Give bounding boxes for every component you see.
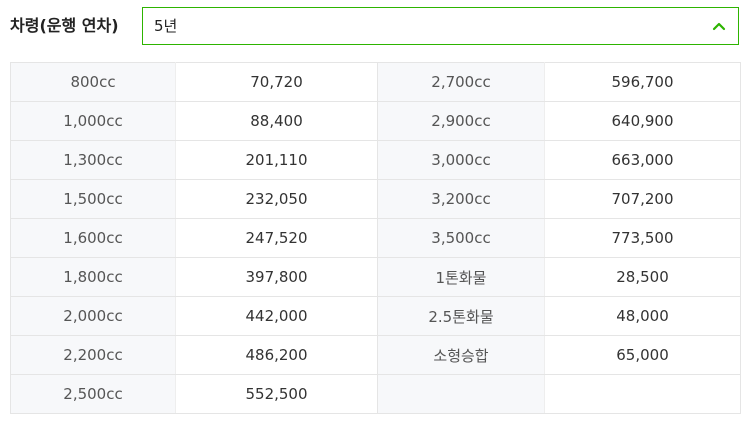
displacement-cell: 1,800cc <box>10 257 176 297</box>
displacement-cell: 2,500cc <box>10 374 176 414</box>
price-cell: 247,520 <box>175 218 378 258</box>
price-table-body: 800cc 70,720 2,700cc 596,700 1,000cc 88,… <box>10 62 741 414</box>
price-cell: 65,000 <box>544 335 741 375</box>
price-cell: 552,500 <box>175 374 378 414</box>
displacement-cell: 3,000cc <box>377 140 545 180</box>
empty-cell <box>544 374 741 414</box>
vehicle-age-selected-value: 5년 <box>154 17 178 35</box>
displacement-price-table: 800cc 70,720 2,700cc 596,700 1,000cc 88,… <box>10 62 741 414</box>
price-cell: 442,000 <box>175 296 378 336</box>
displacement-cell: 2,700cc <box>377 62 545 102</box>
displacement-cell: 1,500cc <box>10 179 176 219</box>
vehicle-age-filter: 차령(운행 연차) 5년 <box>10 7 739 45</box>
vehicle-type-cell: 2.5톤화물 <box>377 296 545 336</box>
table-row: 1,000cc 88,400 2,900cc 640,900 <box>10 101 741 141</box>
price-cell: 48,000 <box>544 296 741 336</box>
table-row: 2,500cc 552,500 <box>10 374 741 414</box>
price-cell: 663,000 <box>544 140 741 180</box>
vehicle-age-label: 차령(운행 연차) <box>10 16 119 35</box>
vehicle-type-cell: 1톤화물 <box>377 257 545 297</box>
price-cell: 397,800 <box>175 257 378 297</box>
table-row: 1,300cc 201,110 3,000cc 663,000 <box>10 140 741 180</box>
table-row: 2,000cc 442,000 2.5톤화물 48,000 <box>10 296 741 336</box>
table-row: 2,200cc 486,200 소형승합 65,000 <box>10 335 741 375</box>
displacement-cell: 1,000cc <box>10 101 176 141</box>
price-cell: 28,500 <box>544 257 741 297</box>
displacement-cell: 2,900cc <box>377 101 545 141</box>
price-cell: 707,200 <box>544 179 741 219</box>
displacement-cell: 800cc <box>10 62 176 102</box>
table-row: 800cc 70,720 2,700cc 596,700 <box>10 62 741 102</box>
price-cell: 201,110 <box>175 140 378 180</box>
displacement-cell: 1,300cc <box>10 140 176 180</box>
vehicle-age-select[interactable]: 5년 <box>142 7 739 45</box>
price-cell: 88,400 <box>175 101 378 141</box>
price-cell: 640,900 <box>544 101 741 141</box>
price-cell: 232,050 <box>175 179 378 219</box>
price-cell: 773,500 <box>544 218 741 258</box>
table-row: 1,500cc 232,050 3,200cc 707,200 <box>10 179 741 219</box>
price-cell: 70,720 <box>175 62 378 102</box>
table-row: 1,800cc 397,800 1톤화물 28,500 <box>10 257 741 297</box>
price-cell: 486,200 <box>175 335 378 375</box>
displacement-cell: 1,600cc <box>10 218 176 258</box>
vehicle-type-cell: 소형승합 <box>377 335 545 375</box>
table-row: 1,600cc 247,520 3,500cc 773,500 <box>10 218 741 258</box>
chevron-up-icon[interactable] <box>712 19 726 33</box>
displacement-cell: 2,200cc <box>10 335 176 375</box>
displacement-cell: 3,500cc <box>377 218 545 258</box>
empty-cell <box>377 374 545 414</box>
price-cell: 596,700 <box>544 62 741 102</box>
displacement-cell: 2,000cc <box>10 296 176 336</box>
displacement-cell: 3,200cc <box>377 179 545 219</box>
